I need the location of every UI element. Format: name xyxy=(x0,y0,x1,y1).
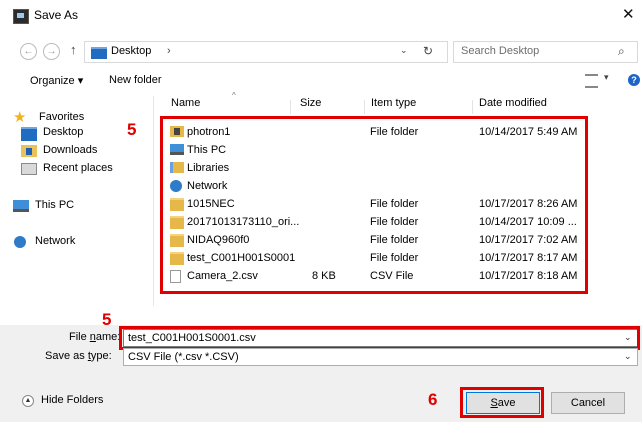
filename-label: File name: xyxy=(69,331,121,343)
back-arrow-icon[interactable]: ← xyxy=(20,43,37,60)
sidebar-label: Desktop xyxy=(43,126,84,138)
search-icon[interactable]: ⌕ xyxy=(618,44,625,59)
step-marker: 5 xyxy=(127,120,137,139)
window-title: Save As xyxy=(34,8,79,22)
address-dropdown-icon[interactable]: ⌄ xyxy=(400,45,408,56)
address-row: ← → ↑ Desktop › ⌄ ↻ Search Desktop ⌕ xyxy=(0,34,642,68)
filetype-value[interactable]: CSV File (*.csv *.CSV) xyxy=(128,351,239,363)
column-divider[interactable] xyxy=(290,100,291,114)
network-icon xyxy=(14,236,26,248)
pane-splitter[interactable] xyxy=(153,96,154,306)
column-header-size[interactable]: Size xyxy=(300,97,321,109)
column-divider[interactable] xyxy=(472,100,473,114)
sidebar-item-downloads[interactable]: Downloads xyxy=(13,142,153,160)
filename-highlight xyxy=(119,326,640,350)
filetype-select[interactable]: CSV File (*.csv *.CSV) ⌄ xyxy=(123,348,638,366)
address-bar[interactable]: Desktop › ⌄ ↻ xyxy=(84,41,448,63)
column-header-name[interactable]: Name xyxy=(171,97,200,109)
downloads-icon xyxy=(21,145,37,157)
save-highlight xyxy=(460,387,544,418)
sort-ascending-icon: ^ xyxy=(232,91,236,100)
breadcrumb-chevron-icon[interactable]: › xyxy=(167,45,171,57)
filetype-dropdown-icon[interactable]: ⌄ xyxy=(624,351,632,362)
file-list-highlight xyxy=(160,116,588,294)
help-icon[interactable]: ? xyxy=(628,74,640,86)
forward-arrow-icon[interactable]: → xyxy=(43,43,60,60)
sidebar-label: Downloads xyxy=(43,144,98,156)
organize-button[interactable]: Organize ▾ xyxy=(30,74,83,87)
view-dropdown-icon[interactable]: ▾ xyxy=(604,72,609,83)
sidebar-label: Network xyxy=(35,235,76,247)
sidebar-item-recent-places[interactable]: Recent places xyxy=(13,160,153,178)
search-input[interactable]: Search Desktop ⌕ xyxy=(453,41,638,63)
title-bar: Save As ✕ xyxy=(0,0,642,32)
column-header-date[interactable]: Date modified xyxy=(479,97,547,109)
hide-folders-label: Hide Folders xyxy=(41,394,104,406)
filetype-label: Save as type: xyxy=(45,350,112,362)
sidebar-label: Recent places xyxy=(43,162,113,174)
view-options-icon[interactable] xyxy=(585,74,598,88)
sidebar-label: This PC xyxy=(35,199,75,211)
up-arrow-icon[interactable]: ↑ xyxy=(70,42,77,57)
pc-icon xyxy=(13,200,29,212)
recent-places-icon xyxy=(21,163,37,175)
refresh-icon[interactable]: ↻ xyxy=(423,44,433,58)
sidebar-item-this-pc[interactable]: This PC xyxy=(13,197,153,215)
sidebar-label: Favorites xyxy=(39,111,85,123)
search-placeholder: Search Desktop xyxy=(461,45,540,57)
address-path[interactable]: Desktop xyxy=(111,45,151,57)
column-header-type[interactable]: Item type xyxy=(371,97,416,109)
app-icon xyxy=(13,9,29,24)
desktop-icon xyxy=(21,127,37,141)
step-marker: 5 xyxy=(102,310,112,329)
sidebar-item-network[interactable]: Network xyxy=(13,233,153,251)
desktop-folder-icon xyxy=(91,47,107,59)
step-marker: 6 xyxy=(428,390,438,409)
toolbar: Organize ▾ New folder ▾ ? xyxy=(0,68,642,94)
column-divider[interactable] xyxy=(364,100,365,114)
new-folder-button[interactable]: New folder xyxy=(109,74,162,86)
chevron-up-icon: ▲ xyxy=(22,395,34,407)
close-icon[interactable]: ✕ xyxy=(622,5,635,23)
cancel-button[interactable]: Cancel xyxy=(551,392,625,414)
